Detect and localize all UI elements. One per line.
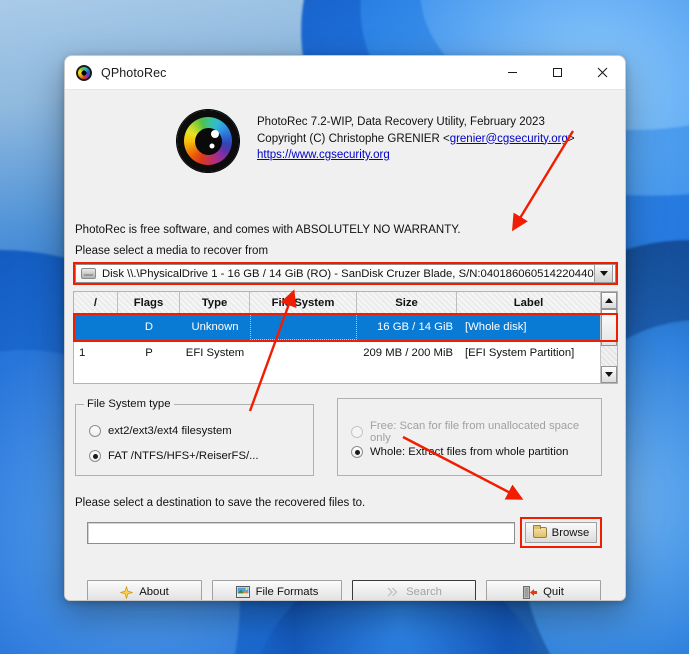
radio-button-icon — [351, 426, 363, 438]
media-combo-highlight: Disk \\.\PhysicalDrive 1 - 16 GB / 14 Gi… — [73, 262, 618, 285]
homepage-link[interactable]: https://www.cgsecurity.org — [257, 149, 390, 161]
radio-whole-partition[interactable]: Whole: Extract files from whole partitio… — [351, 446, 568, 458]
desktop-background: QPhotoRec PhotoRec 7.2-WIP, Data Recover — [0, 0, 689, 654]
app-header-text: PhotoRec 7.2-WIP, Data Recovery Utility,… — [257, 110, 575, 164]
picture-icon — [235, 586, 250, 598]
cell-file-system — [250, 340, 357, 366]
search-chevrons-icon — [387, 587, 398, 597]
search-button-label: Search — [406, 586, 442, 598]
radio-fat-ntfs-filesystem[interactable]: FAT /NTFS/HFS+/ReiserFS/... — [89, 450, 259, 462]
minimize-button[interactable] — [490, 56, 535, 90]
maximize-button[interactable] — [535, 56, 580, 90]
browse-button-label: Browse — [551, 526, 590, 539]
file-system-type-group: File System type ext2/ext3/ext4 filesyst… — [75, 398, 314, 476]
folder-icon — [532, 525, 547, 538]
copyright-suffix: > — [567, 132, 575, 145]
radio-button-icon — [89, 425, 101, 437]
media-select[interactable]: Disk \\.\PhysicalDrive 1 - 16 GB / 14 Gi… — [75, 264, 616, 283]
cell-label: [Whole disk] — [465, 321, 527, 333]
star-icon — [120, 585, 134, 599]
table-row[interactable]: 1 P EFI System 209 MB / 200 MiB [EFI Sys… — [74, 340, 600, 366]
column-header-size[interactable]: Size — [357, 292, 457, 313]
exit-door-icon — [523, 585, 538, 599]
table-vertical-scrollbar[interactable] — [600, 292, 617, 383]
radio-button-icon — [351, 446, 363, 458]
table-row[interactable]: D Unknown 16 GB / 14 GiB [Whole disk] — [74, 314, 600, 340]
file-formats-button-label: File Formats — [255, 586, 319, 598]
app-header: PhotoRec 7.2-WIP, Data Recovery Utility,… — [65, 90, 625, 172]
disk-icon — [81, 268, 96, 279]
cell-size: 209 MB / 200 MiB — [363, 347, 453, 359]
radio-free-scan-label: Free: Scan for file from unallocated spa… — [370, 420, 580, 444]
partition-table-body: / Flags Type File System Size Label D Un… — [74, 292, 600, 383]
window-client-area: PhotoRec 7.2-WIP, Data Recovery Utility,… — [65, 90, 625, 600]
about-button[interactable]: About — [87, 580, 202, 600]
radio-free-scan[interactable]: Free: Scan for file from unallocated spa… — [351, 420, 601, 444]
quit-button-label: Quit — [543, 586, 564, 598]
close-button[interactable] — [580, 56, 625, 90]
photorec-iris-logo-icon — [177, 110, 239, 172]
chevron-down-icon[interactable] — [594, 264, 613, 283]
about-button-label: About — [139, 586, 169, 598]
column-header-type[interactable]: Type — [180, 292, 250, 313]
radio-fat-ntfs-filesystem-label: FAT /NTFS/HFS+/ReiserFS/... — [108, 450, 259, 462]
radio-whole-partition-label: Whole: Extract files from whole partitio… — [370, 446, 569, 458]
search-button: Search — [352, 580, 476, 600]
window-controls — [490, 56, 625, 90]
scrollbar-track[interactable] — [601, 346, 617, 366]
file-system-type-group-title: File System type — [84, 398, 174, 410]
media-select-value: Disk \\.\PhysicalDrive 1 - 16 GB / 14 Gi… — [102, 267, 594, 280]
cell-index — [74, 314, 118, 340]
cell-size: 16 GB / 14 GiB — [377, 321, 453, 333]
window-titlebar[interactable]: QPhotoRec — [65, 56, 625, 90]
column-header-file-system[interactable]: File System — [250, 292, 357, 313]
scroll-up-arrow-icon[interactable] — [601, 292, 617, 309]
column-header-label[interactable]: Label — [457, 292, 600, 313]
copyright-prefix: Copyright (C) Christophe GRENIER < — [257, 132, 450, 145]
browse-button[interactable]: Browse — [525, 522, 597, 543]
app-copyright-line: Copyright (C) Christophe GRENIER <grenie… — [257, 131, 575, 148]
cell-label: [EFI System Partition] — [465, 347, 575, 359]
app-version-line: PhotoRec 7.2-WIP, Data Recovery Utility,… — [257, 116, 545, 128]
cell-type: Unknown — [191, 321, 239, 333]
partition-table[interactable]: / Flags Type File System Size Label D Un… — [73, 291, 618, 384]
cell-index: 1 — [79, 347, 86, 359]
column-header-flags[interactable]: Flags — [118, 292, 180, 313]
author-email-link[interactable]: grenier@cgsecurity.org — [450, 133, 568, 145]
cell-file-system[interactable] — [250, 314, 357, 340]
radio-ext-filesystem-label: ext2/ext3/ext4 filesystem — [108, 425, 232, 437]
partition-table-header: / Flags Type File System Size Label — [74, 292, 600, 314]
cell-type: EFI System — [185, 347, 245, 359]
quit-button[interactable]: Quit — [486, 580, 601, 600]
destination-path-input[interactable] — [87, 522, 515, 544]
media-prompt-label: Please select a media to recover from — [75, 245, 269, 257]
qphotorec-window: QPhotoRec PhotoRec 7.2-WIP, Data Recover — [64, 55, 626, 601]
browse-button-highlight: Browse — [520, 517, 602, 548]
warranty-notice: PhotoRec is free software, and comes wit… — [75, 224, 461, 236]
radio-button-icon — [89, 450, 101, 462]
column-header-index[interactable]: / — [74, 292, 118, 313]
window-title: QPhotoRec — [101, 65, 167, 80]
destination-prompt-label: Please select a destination to save the … — [75, 497, 366, 509]
photorec-logo-icon — [76, 64, 92, 81]
cell-flags: P — [145, 347, 153, 359]
file-formats-button[interactable]: File Formats — [212, 580, 342, 600]
scroll-down-arrow-icon[interactable] — [601, 366, 617, 383]
radio-ext-filesystem[interactable]: ext2/ext3/ext4 filesystem — [89, 425, 232, 437]
app-url-line: https://www.cgsecurity.org — [257, 147, 575, 164]
scan-mode-group: Free: Scan for file from unallocated spa… — [337, 398, 602, 476]
cell-flags: D — [144, 321, 154, 333]
scrollbar-thumb[interactable] — [601, 309, 617, 346]
